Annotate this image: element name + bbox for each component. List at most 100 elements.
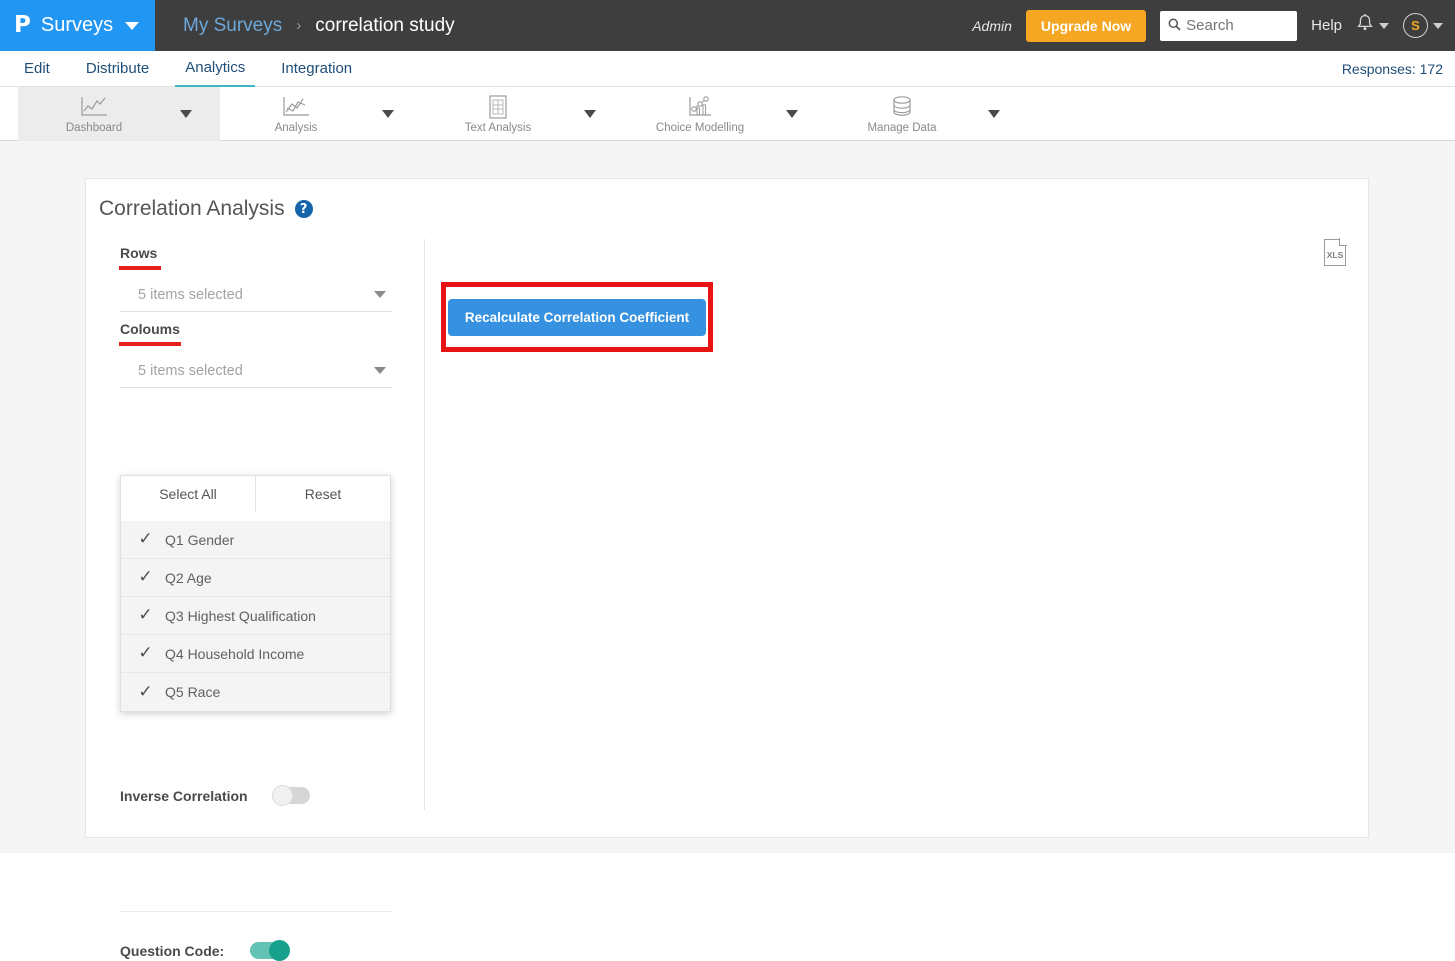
document-grid-icon xyxy=(486,94,510,120)
configuration-pane: Rows 5 items selected Coloums 5 items se… xyxy=(86,239,425,961)
toolbar-analysis[interactable]: Analysis xyxy=(220,87,372,141)
xls-fold-corner-icon xyxy=(1339,238,1347,246)
tab-distribute[interactable]: Distribute xyxy=(76,52,159,86)
module-toolbar: Dashboard Analysis Text Analysis Choice … xyxy=(0,87,1455,141)
columns-dropdown-panel: Select All Reset ✓ Q1 Gender ✓ Q2 Age ✓ … xyxy=(120,475,391,712)
export-xls-button[interactable]: XLS xyxy=(1324,238,1347,266)
chevron-down-icon xyxy=(374,291,386,298)
breadcrumb-separator-icon: › xyxy=(296,17,302,34)
dropdown-option-q4[interactable]: ✓ Q4 Household Income xyxy=(121,635,390,673)
line-chart-icon xyxy=(79,94,109,120)
columns-label-underline xyxy=(119,342,181,346)
pane-divider xyxy=(120,911,392,912)
user-menu[interactable]: S xyxy=(1403,13,1443,38)
chevron-down-icon xyxy=(1433,22,1443,29)
rows-label: Rows xyxy=(120,245,158,261)
dropdown-option-label: Q4 Household Income xyxy=(165,645,305,662)
breadcrumb-my-surveys[interactable]: My Surveys xyxy=(183,15,282,37)
inverse-correlation-row: Inverse Correlation xyxy=(120,785,392,806)
rows-label-underline xyxy=(119,266,161,270)
toolbar-text-analysis-caret-icon[interactable] xyxy=(584,110,596,118)
primary-nav: Edit Distribute Analytics Integration Re… xyxy=(0,51,1455,87)
check-icon: ✓ xyxy=(138,643,153,663)
toolbar-group-choice-modelling: Choice Modelling xyxy=(624,87,826,141)
toolbar-analysis-label: Analysis xyxy=(274,122,318,134)
check-icon: ✓ xyxy=(138,529,153,549)
check-icon: ✓ xyxy=(138,681,153,702)
dropdown-option-label: Q3 Highest Qualification xyxy=(165,607,316,624)
toolbar-group-manage-data: Manage Data xyxy=(826,87,1028,141)
header-actions: Admin Upgrade Now Help S xyxy=(972,9,1455,42)
bell-icon xyxy=(1356,13,1374,38)
toolbar-dashboard-label: Dashboard xyxy=(65,122,123,134)
question-code-row: Question Code: xyxy=(120,940,291,961)
toolbar-group-text-analysis: Text Analysis xyxy=(422,87,624,141)
search-box[interactable] xyxy=(1160,10,1298,41)
tab-analytics[interactable]: Analytics xyxy=(175,51,256,87)
brand-label: Surveys xyxy=(40,14,114,36)
tab-integration[interactable]: Integration xyxy=(271,52,362,86)
toolbar-manage-data-caret-icon[interactable] xyxy=(988,110,1000,118)
check-icon: ✓ xyxy=(138,567,153,587)
breadcrumb: My Surveys › correlation study xyxy=(183,15,455,37)
chevron-down-icon xyxy=(1379,22,1389,29)
columns-label: Coloums xyxy=(120,321,180,337)
toolbar-dashboard-caret-icon[interactable] xyxy=(180,110,192,118)
top-header-bar: P Surveys My Surveys › correlation study… xyxy=(0,0,1455,51)
page-background: Correlation Analysis ? Rows 5 items sele… xyxy=(0,141,1455,961)
app-logo-icon: P xyxy=(14,12,31,38)
scatter-chart-icon xyxy=(281,94,311,120)
toolbar-text-analysis-label: Text Analysis xyxy=(464,122,532,134)
toolbar-group-dashboard: Dashboard xyxy=(18,87,220,141)
dropdown-spacer xyxy=(121,512,390,521)
chevron-down-icon xyxy=(374,367,386,374)
recalculate-correlation-button[interactable]: Recalculate Correlation Coefficient xyxy=(447,298,707,336)
page-title-row: Correlation Analysis ? xyxy=(99,197,313,221)
admin-label[interactable]: Admin xyxy=(972,18,1012,34)
rows-select[interactable]: 5 items selected xyxy=(120,278,392,312)
responses-count: Responses: 172 xyxy=(1341,60,1443,77)
dropdown-actions: Select All Reset xyxy=(121,476,390,512)
dropdown-option-label: Q1 Gender xyxy=(165,531,235,548)
tab-edit[interactable]: Edit xyxy=(14,52,60,86)
inverse-correlation-toggle[interactable] xyxy=(271,785,310,806)
dropdown-option-q3[interactable]: ✓ Q3 Highest Qualification xyxy=(121,597,390,635)
recalculate-highlight-box: Recalculate Correlation Coefficient xyxy=(441,282,713,352)
brand-surveys-menu[interactable]: P Surveys xyxy=(0,0,155,51)
dropdown-option-q1[interactable]: ✓ Q1 Gender xyxy=(121,521,390,559)
avatar: S xyxy=(1403,13,1428,38)
question-code-label: Question Code: xyxy=(120,942,225,959)
correlation-analysis-card: Correlation Analysis ? Rows 5 items sele… xyxy=(85,178,1369,961)
search-icon xyxy=(1168,18,1181,33)
columns-select-value: 5 items selected xyxy=(138,362,243,379)
dropdown-option-q2[interactable]: ✓ Q2 Age xyxy=(121,559,390,597)
select-all-button[interactable]: Select All xyxy=(121,476,256,512)
toolbar-choice-modelling-caret-icon[interactable] xyxy=(786,110,798,118)
toolbar-choice-modelling-label: Choice Modelling xyxy=(655,122,745,134)
toolbar-choice-modelling[interactable]: Choice Modelling xyxy=(624,87,776,141)
columns-select[interactable]: 5 items selected xyxy=(120,354,392,388)
toggle-knob xyxy=(271,785,293,806)
breadcrumb-current-survey: correlation study xyxy=(315,14,455,36)
notifications-button[interactable] xyxy=(1356,13,1389,38)
toolbar-text-analysis[interactable]: Text Analysis xyxy=(422,87,574,141)
inverse-correlation-label: Inverse Correlation xyxy=(120,787,248,804)
upgrade-now-button[interactable]: Upgrade Now xyxy=(1025,9,1147,42)
toolbar-dashboard[interactable]: Dashboard xyxy=(18,87,170,141)
page-title: Correlation Analysis xyxy=(99,197,285,220)
toggle-knob xyxy=(269,940,291,961)
reset-button[interactable]: Reset xyxy=(256,476,390,512)
toolbar-manage-data-label: Manage Data xyxy=(867,122,937,134)
toolbar-group-analysis: Analysis xyxy=(220,87,422,141)
toolbar-analysis-caret-icon[interactable] xyxy=(382,110,394,118)
dropdown-option-label: Q5 Race xyxy=(165,684,221,700)
bubble-bar-chart-icon xyxy=(686,94,714,120)
database-icon xyxy=(889,94,915,120)
search-input[interactable] xyxy=(1186,17,1287,34)
dropdown-option-q5[interactable]: ✓ Q5 Race xyxy=(121,673,390,711)
help-circle-icon[interactable]: ? xyxy=(294,200,313,218)
dropdown-option-label: Q2 Age xyxy=(165,569,212,586)
toolbar-manage-data[interactable]: Manage Data xyxy=(826,87,978,141)
question-code-toggle[interactable] xyxy=(250,940,291,961)
help-link[interactable]: Help xyxy=(1311,17,1342,34)
